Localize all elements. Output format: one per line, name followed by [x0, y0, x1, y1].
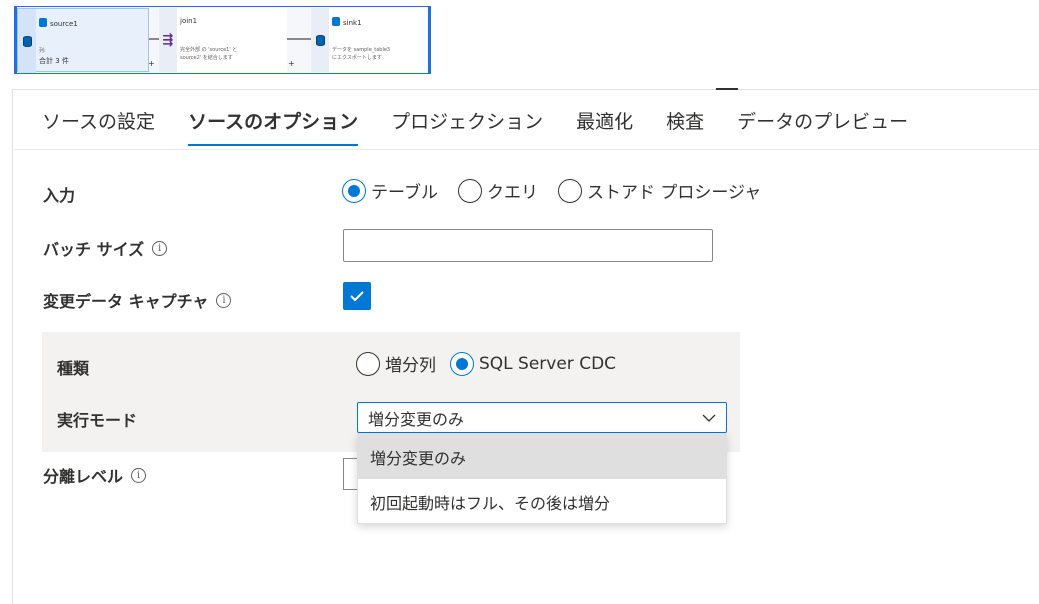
sink-title: sink1 — [343, 19, 362, 27]
tab-inspect[interactable]: 検査 — [666, 108, 704, 146]
info-icon[interactable]: i — [216, 292, 232, 308]
source-desc-total: 合計 3 件 — [39, 57, 69, 65]
canvas-resize-handle[interactable] — [716, 88, 738, 90]
tab-source-options[interactable]: ソースのオプション — [188, 108, 359, 146]
checkmark-icon — [350, 291, 364, 302]
radio-incremental-column[interactable]: 増分列 — [356, 351, 436, 376]
radio-table[interactable]: テーブル — [342, 178, 438, 203]
radio-table-label: テーブル — [371, 183, 438, 203]
kind-label: 種類 — [57, 359, 90, 378]
sink-title-icon — [332, 17, 340, 26]
radio-circle — [450, 351, 474, 376]
tab-source-settings[interactable]: ソースの設定 — [42, 108, 155, 146]
input-radio-group: テーブル クエリ ストアド プロシージャ — [342, 178, 781, 203]
radio-circle — [557, 178, 582, 203]
info-icon[interactable]: i — [152, 240, 168, 256]
source-icon — [18, 9, 36, 73]
tab-data-preview[interactable]: データのプレビュー — [737, 108, 908, 146]
join-node[interactable]: ⇶ join1 完全外部 の 'source1' と source2' を結合し… — [159, 8, 287, 72]
option-full-then-incremental[interactable]: 初回起動時はフル、その後は増分 — [358, 479, 726, 524]
run-mode-label: 実行モード — [57, 411, 138, 430]
left-border — [12, 90, 13, 604]
source-desc-columns: 列: — [39, 48, 46, 54]
radio-sql-server-cdc-label: SQL Server CDC — [479, 353, 617, 374]
settings-tabs: ソースの設定 ソースのオプション プロジェクション 最適化 検査 データのプレビ… — [42, 108, 941, 148]
tab-optimize[interactable]: 最適化 — [576, 108, 633, 146]
run-mode-options: 増分変更のみ 初回起動時はフル、その後は増分 — [357, 433, 727, 524]
cdc-label: 変更データ キャプチャ — [43, 292, 209, 311]
add-step-button[interactable]: + — [148, 59, 155, 68]
batch-size-label: バッチ サイズ — [43, 240, 145, 259]
join-icon: ⇶ — [159, 8, 177, 72]
radio-stored-procedure[interactable]: ストアド プロシージャ — [557, 178, 762, 203]
run-mode-value: 増分変更のみ — [368, 409, 465, 429]
source-title: source1 — [50, 20, 78, 28]
source-node[interactable]: source1 列: 合計 3 件 — [17, 8, 149, 73]
isolation-level-label: 分離レベル — [43, 467, 124, 486]
sink-node[interactable]: sink1 データを sample_table3 にエクスポートします — [311, 8, 427, 72]
add-step-button[interactable]: + — [288, 59, 295, 68]
radio-circle — [457, 178, 482, 203]
tab-projection[interactable]: プロジェクション — [391, 108, 543, 146]
chevron-down-icon — [702, 410, 716, 426]
canvas-divider[interactable] — [12, 89, 1039, 90]
radio-stored-procedure-label: ストアド プロシージャ — [586, 183, 762, 203]
radio-query[interactable]: クエリ — [457, 178, 538, 203]
radio-query-label: クエリ — [486, 183, 538, 203]
cdc-checkbox[interactable] — [343, 282, 371, 310]
batch-size-input[interactable] — [343, 229, 713, 262]
radio-incremental-column-label: 増分列 — [385, 356, 436, 376]
kind-radio-group: 増分列 SQL Server CDC — [356, 351, 636, 376]
sink-desc: データを sample_table3 にエクスポートします — [332, 47, 391, 61]
join-desc: 完全外部 の 'source1' と source2' を結合します — [180, 47, 238, 61]
radio-circle — [342, 178, 366, 203]
connector-line — [287, 38, 311, 40]
option-incremental-only[interactable]: 増分変更のみ — [358, 434, 726, 479]
run-mode-dropdown[interactable]: 増分変更のみ — [357, 402, 727, 433]
radio-circle — [356, 351, 380, 376]
source-title-icon — [39, 18, 47, 27]
input-label: 入力 — [43, 186, 76, 205]
tab-divider — [12, 149, 1039, 150]
join-title: join1 — [180, 17, 198, 25]
data-flow-canvas: source1 列: 合計 3 件 + ⇶ join1 完全外部 の 'sour… — [14, 6, 431, 74]
info-icon[interactable]: i — [131, 467, 147, 483]
radio-sql-server-cdc[interactable]: SQL Server CDC — [450, 351, 617, 376]
sink-icon — [311, 8, 329, 72]
